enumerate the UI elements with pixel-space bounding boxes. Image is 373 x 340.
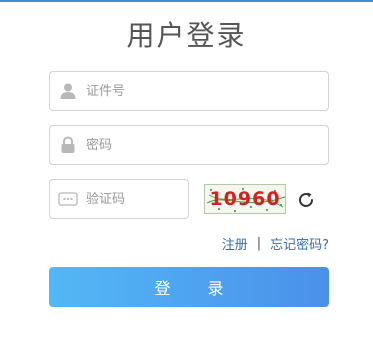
login-page: 用户登录 证件号 验证码 10960 注册 | 忘记密码? 登 录 <box>0 0 373 340</box>
page-title: 用户登录 <box>126 19 247 52</box>
register-link[interactable]: 注册 <box>222 234 248 253</box>
password-field[interactable] <box>49 125 329 165</box>
captcha-icon <box>50 180 86 218</box>
login-button[interactable]: 登 录 <box>49 267 329 307</box>
account-links: 注册 | 忘记密码? <box>222 234 329 253</box>
password-input[interactable] <box>86 126 328 164</box>
captcha-image[interactable]: 10960 <box>204 184 286 214</box>
captcha-input[interactable] <box>86 180 188 218</box>
captcha-text: 10960 <box>209 188 281 210</box>
id-number-field[interactable] <box>49 71 329 111</box>
refresh-icon[interactable] <box>296 190 316 210</box>
lock-icon <box>50 126 86 164</box>
user-icon <box>50 72 86 110</box>
id-number-input[interactable] <box>86 72 328 110</box>
forgot-password-link[interactable]: 忘记密码? <box>270 234 329 253</box>
captcha-field[interactable] <box>49 179 189 219</box>
top-accent-line <box>0 0 373 2</box>
link-separator: | <box>256 236 262 251</box>
